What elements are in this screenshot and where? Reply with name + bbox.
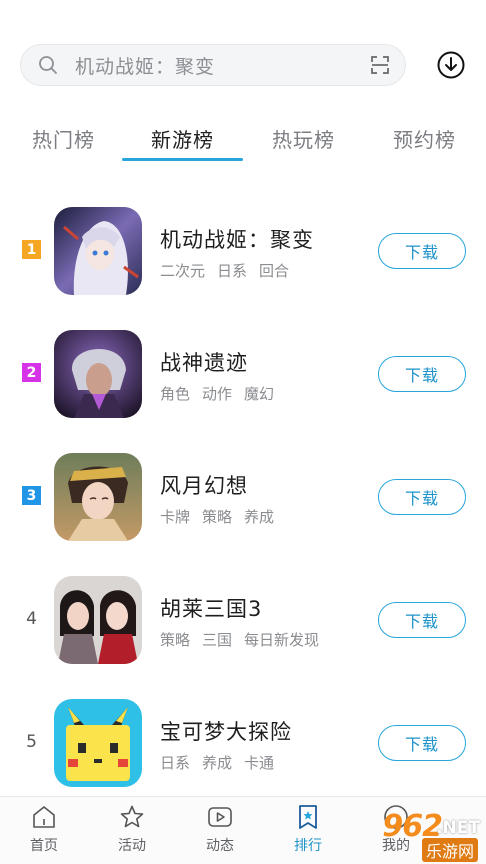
tab-new-games[interactable]: 新游榜 bbox=[151, 124, 214, 153]
ranking-tabs: 热门榜 新游榜 热玩榜 预约榜 bbox=[0, 118, 486, 166]
list-item[interactable]: 4 胡莱三国3 策略 三国 每日新发现 下载 bbox=[0, 569, 486, 669]
list-item[interactable]: 1 机动战姬：聚变 二次元 日系 回合 下载 bbox=[0, 200, 486, 300]
tag: 动作 bbox=[202, 385, 233, 403]
app-icon[interactable] bbox=[54, 330, 142, 418]
download-button[interactable]: 下载 bbox=[378, 602, 466, 638]
tag: 卡通 bbox=[244, 754, 275, 772]
tag-list: 角色 动作 魔幻 bbox=[160, 383, 286, 404]
nav-label: 首页 bbox=[30, 838, 58, 854]
tag: 日系 bbox=[217, 262, 248, 280]
list-item[interactable]: 2 战神遗迹 角色 动作 魔幻 下载 bbox=[0, 323, 486, 423]
tag: 二次元 bbox=[160, 262, 206, 280]
app-icon[interactable] bbox=[54, 576, 142, 664]
app-icon[interactable] bbox=[54, 699, 142, 787]
active-tab-indicator bbox=[122, 158, 243, 161]
app-name: 风月幻想 bbox=[160, 474, 248, 498]
tab-hot-play[interactable]: 热玩榜 bbox=[272, 124, 335, 153]
tag: 养成 bbox=[202, 754, 233, 772]
watermark-logo: 962 .NET 乐游网 bbox=[350, 802, 486, 864]
list-item[interactable]: 3 风月幻想 卡牌 策略 养成 下载 bbox=[0, 446, 486, 546]
rank-number: 4 bbox=[26, 608, 37, 629]
nav-label: 排行 bbox=[294, 838, 322, 854]
home-icon bbox=[30, 803, 58, 831]
tag: 魔幻 bbox=[244, 385, 275, 403]
app-name: 胡莱三国3 bbox=[160, 597, 263, 621]
watermark-net: .NET bbox=[436, 818, 480, 838]
app-name: 宝可梦大探险 bbox=[160, 720, 292, 744]
tag: 日系 bbox=[160, 754, 191, 772]
tag-list: 策略 三国 每日新发现 bbox=[160, 629, 331, 650]
rank-badge: 3 bbox=[22, 486, 41, 505]
tab-hot[interactable]: 热门榜 bbox=[32, 124, 95, 153]
download-button[interactable]: 下载 bbox=[378, 233, 466, 269]
bottom-nav: 首页 活动 动态 排行 我的 962 .NET 乐游网 bbox=[0, 796, 486, 864]
tag: 三国 bbox=[202, 631, 233, 649]
nav-activity[interactable]: 活动 bbox=[88, 797, 176, 864]
video-icon bbox=[206, 803, 234, 831]
tag: 每日新发现 bbox=[244, 631, 320, 649]
download-button[interactable]: 下载 bbox=[378, 356, 466, 392]
nav-home[interactable]: 首页 bbox=[0, 797, 88, 864]
tag: 养成 bbox=[244, 508, 275, 526]
tag: 策略 bbox=[202, 508, 233, 526]
search-bar[interactable]: 机动战姬：聚变 bbox=[20, 44, 406, 86]
download-manager-icon[interactable] bbox=[436, 50, 466, 80]
tag: 角色 bbox=[160, 385, 191, 403]
rank-badge: 1 bbox=[22, 240, 41, 259]
star-icon bbox=[118, 803, 146, 831]
nav-label: 动态 bbox=[206, 838, 234, 854]
rank-badge: 2 bbox=[22, 363, 41, 382]
search-icon bbox=[37, 54, 59, 76]
rank-number: 5 bbox=[26, 731, 37, 752]
app-icon[interactable] bbox=[54, 207, 142, 295]
app-name: 机动战姬：聚变 bbox=[160, 228, 314, 252]
nav-ranking[interactable]: 排行 bbox=[264, 797, 352, 864]
download-button[interactable]: 下载 bbox=[378, 479, 466, 515]
watermark-sitename: 乐游网 bbox=[421, 838, 478, 862]
nav-label: 活动 bbox=[118, 838, 146, 854]
tag: 卡牌 bbox=[160, 508, 191, 526]
search-input[interactable]: 机动战姬：聚变 bbox=[75, 52, 369, 79]
list-item[interactable]: 5 宝可梦大探险 日系 养成 卡通 下载 bbox=[0, 692, 486, 792]
tag-list: 日系 养成 卡通 bbox=[160, 752, 286, 773]
app-icon[interactable] bbox=[54, 453, 142, 541]
nav-feed[interactable]: 动态 bbox=[176, 797, 264, 864]
search-row: 机动战姬：聚变 bbox=[20, 44, 472, 86]
ranking-icon bbox=[294, 803, 322, 831]
download-button[interactable]: 下载 bbox=[378, 725, 466, 761]
scan-icon[interactable] bbox=[369, 54, 391, 76]
tag: 策略 bbox=[160, 631, 191, 649]
app-name: 战神遗迹 bbox=[160, 351, 248, 375]
tag: 回合 bbox=[259, 262, 290, 280]
tab-reserve[interactable]: 预约榜 bbox=[393, 124, 456, 153]
tag-list: 二次元 日系 回合 bbox=[160, 260, 301, 281]
tag-list: 卡牌 策略 养成 bbox=[160, 506, 286, 527]
